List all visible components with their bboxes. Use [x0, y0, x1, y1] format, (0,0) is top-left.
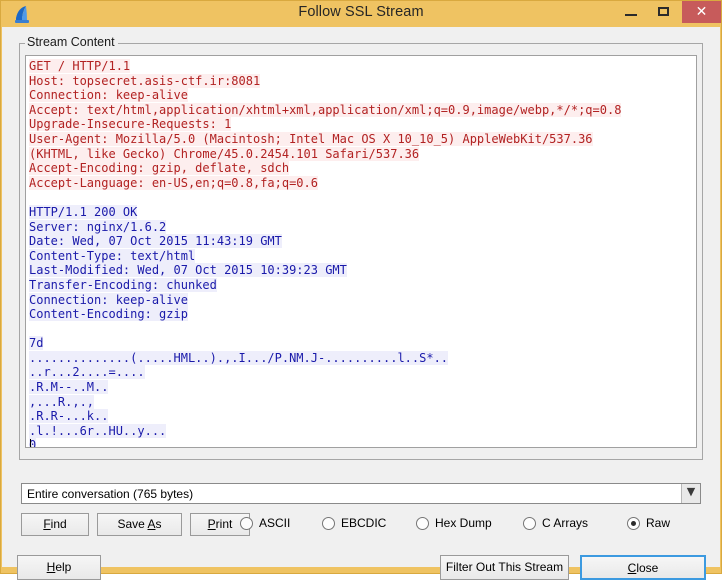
stream-line: Accept-Language: en-US,en;q=0.8,fa;q=0.6 — [29, 175, 318, 190]
stream-line: Last-Modified: Wed, 07 Oct 2015 10:39:23… — [29, 263, 347, 278]
minimize-button[interactable] — [616, 1, 646, 23]
stream-line: Content-Encoding: gzip — [29, 307, 188, 322]
close-button[interactable]: Close — [580, 555, 706, 580]
stream-content-label: Stream Content — [25, 35, 118, 49]
stream-line: 7d — [29, 336, 44, 351]
text-caret — [30, 439, 31, 447]
stream-line: Accept-Encoding: gzip, deflate, sdch — [29, 161, 290, 176]
stream-line: ..............(.....HML..).,.I.../P.NM.J… — [29, 350, 449, 365]
maximize-button[interactable] — [649, 1, 679, 23]
stream-line: HTTP/1.1 200 OK — [29, 204, 138, 219]
window-title: Follow SSL Stream — [298, 4, 424, 20]
window-close-button[interactable]: ✕ — [682, 1, 721, 23]
radio-label: EBCDIC — [341, 516, 387, 530]
stream-line: User-Agent: Mozilla/5.0 (Macintosh; Inte… — [29, 131, 593, 146]
stream-line: .R.R-...k.. — [29, 409, 109, 424]
stream-line — [29, 190, 696, 205]
radio-dot — [523, 517, 536, 530]
save-as-button[interactable]: Save As — [97, 513, 182, 536]
conversation-select[interactable]: Entire conversation (765 bytes) ▼ — [21, 483, 701, 504]
stream-line — [29, 322, 696, 337]
chevron-down-icon[interactable]: ▼ — [681, 484, 700, 503]
find-button[interactable]: Find — [21, 513, 89, 536]
stream-line: ,...R.,., — [29, 394, 95, 409]
stream-line: .R.M--..M.. — [29, 380, 109, 395]
radio-dot — [240, 517, 253, 530]
stream-line: Accept: text/html,application/xhtml+xml,… — [29, 102, 622, 117]
radio-dot — [322, 517, 335, 530]
stream-line: Server: nginx/1.6.2 — [29, 219, 167, 234]
stream-line: Transfer-Encoding: chunked — [29, 277, 217, 292]
radio-label: C Arrays — [542, 516, 589, 530]
maximize-icon — [658, 7, 669, 16]
stream-line: (KHTML, like Gecko) Chrome/45.0.2454.101… — [29, 146, 420, 161]
stream-line: Connection: keep-alive — [29, 292, 188, 307]
stream-line: Upgrade-Insecure-Requests: 1 — [29, 117, 232, 132]
radio-dot — [627, 517, 640, 530]
radio-label: ASCII — [259, 516, 291, 530]
stream-content-textarea[interactable]: GET / HTTP/1.1 Host: topsecret.asis-ctf.i… — [25, 55, 697, 448]
stream-line: Date: Wed, 07 Oct 2015 11:43:19 GMT — [29, 234, 282, 249]
stream-line: .l.!...6r..HU..y... — [29, 423, 167, 438]
radio-label: Raw — [646, 516, 671, 530]
filter-out-this-stream-button[interactable]: Filter Out This Stream — [440, 555, 569, 580]
stream-line: Connection: keep-alive — [29, 88, 188, 103]
radio-dot — [416, 517, 429, 530]
stream-line: GET / HTTP/1.1 — [29, 59, 131, 73]
follow-ssl-stream-window: Follow SSL Stream ✕ Stream Content GET /… — [0, 0, 722, 580]
stream-line: Host: topsecret.asis-ctf.ir:8081 — [29, 73, 261, 88]
stream-line: ..r...2....=.... — [29, 365, 145, 380]
stream-line: 0 — [29, 438, 696, 447]
stream-lines: GET / HTTP/1.1 Host: topsecret.asis-ctf.i… — [29, 59, 696, 447]
close-icon: ✕ — [695, 3, 708, 19]
minimize-icon — [625, 14, 637, 16]
dialog-client-area: Stream Content GET / HTTP/1.1 Host: topse… — [2, 27, 720, 580]
radio-label: Hex Dump — [435, 516, 492, 530]
title-bar: Follow SSL Stream ✕ — [1, 1, 721, 27]
help-button[interactable]: Help — [17, 555, 101, 580]
conversation-select-value: Entire conversation (765 bytes) — [27, 487, 194, 501]
stream-line: Content-Type: text/html — [29, 248, 196, 263]
